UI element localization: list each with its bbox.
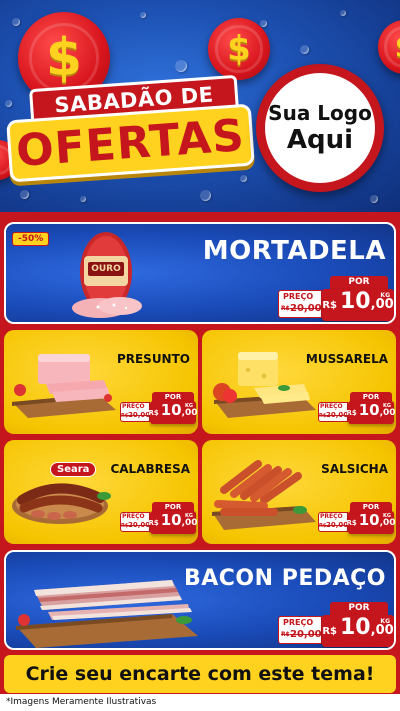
old-currency: R$: [281, 631, 290, 638]
currency: R$: [346, 409, 357, 417]
preco-label: PREÇO: [283, 292, 314, 301]
old-price: 20,00: [290, 629, 322, 640]
preco-label: PREÇO: [320, 403, 343, 410]
water-drop: [340, 10, 346, 16]
preco-label: PREÇO: [283, 618, 314, 627]
price-tag: POR PREÇO R$ 20,00 R$ 10 ,00 KG: [278, 276, 394, 322]
salsicha-image: [212, 460, 316, 530]
por-label: POR: [330, 602, 388, 615]
dollar-coin-icon: $: [208, 18, 270, 80]
mortadela-image: [72, 232, 142, 318]
price-tag: POR PREÇO R$ 20,00 R$ 10 ,00 KG: [120, 392, 198, 426]
unit-label: KG: [383, 403, 391, 409]
product-name: SALSICHA: [321, 462, 388, 476]
unit-label: KG: [380, 618, 390, 625]
product-name: MUSSARELA: [305, 352, 388, 366]
product-card-calabresa[interactable]: Seara CALABRESA POR PREÇO R$ 20,00 R$ 10…: [4, 440, 198, 544]
price-integer: 10: [340, 615, 371, 640]
brand-logo: Seara: [50, 462, 97, 477]
product-name: CALABRESA: [110, 462, 190, 476]
water-drop: [300, 45, 309, 54]
brand-label: OURO: [91, 264, 121, 274]
logo-placeholder[interactable]: Sua Logo Aqui: [256, 64, 384, 192]
price-decimal: ,00: [181, 408, 198, 418]
new-price: R$ 10 ,00 KG: [148, 511, 198, 534]
price-decimal: ,00: [370, 623, 394, 638]
product-card-mussarela[interactable]: MUSSARELA POR PREÇO R$ 20,00 R$ 10 ,00 K…: [202, 330, 396, 434]
discount-badge: -50%: [12, 232, 50, 246]
unit-label: KG: [380, 292, 390, 299]
cta-banner[interactable]: Crie seu encarte com este tema!: [4, 655, 396, 693]
price-decimal: ,00: [379, 408, 396, 418]
preco-label: PREÇO: [122, 513, 145, 520]
old-price: 20,00: [290, 303, 322, 314]
product-name: MORTADELA: [202, 236, 386, 266]
water-drop: [80, 196, 86, 202]
price-integer: 10: [160, 511, 182, 529]
new-price: R$ 10 ,00 KG: [322, 289, 394, 321]
currency: R$: [148, 519, 159, 527]
product-name: BACON PEDAÇO: [183, 566, 386, 591]
price-integer: 10: [340, 289, 371, 314]
price-tag: POR PREÇO R$ 20,00 R$ 10 ,00 KG: [278, 602, 394, 648]
water-drop: [20, 190, 29, 199]
unit-label: KG: [383, 513, 391, 519]
product-card-mortadela[interactable]: -50% OURO MORTADELA POR PREÇO R$ 20,00 R…: [4, 222, 396, 324]
water-drop: [200, 190, 211, 201]
product-card-salsicha[interactable]: SALSICHA POR PREÇO R$ 20,00 R$ 10 ,00 KG: [202, 440, 396, 544]
unit-label: KG: [185, 403, 193, 409]
old-price: 20,00: [326, 521, 349, 529]
por-label: POR: [330, 276, 388, 289]
old-price: 20,00: [128, 411, 151, 419]
product-card-presunto[interactable]: PRESUNTO POR PREÇO R$ 20,00 R$ 10 ,00 KG: [4, 330, 198, 434]
dollar-coin-icon: $: [378, 20, 400, 74]
old-price: 20,00: [128, 521, 151, 529]
price-tag: POR PREÇO R$ 20,00 R$ 10 ,00 KG: [318, 502, 396, 536]
water-drop: [175, 60, 187, 72]
price-decimal: ,00: [379, 518, 396, 528]
water-drop: [370, 195, 378, 203]
preco-label: PREÇO: [122, 403, 145, 410]
new-price: R$ 10 ,00 KG: [322, 615, 394, 647]
water-drop: [140, 12, 146, 18]
header-banner: $ $ $ SABADÃO DE OFERTAS Sua Logo Aqui: [0, 0, 400, 212]
water-drop: [260, 20, 267, 27]
water-drop: [12, 18, 20, 26]
product-name: PRESUNTO: [116, 352, 190, 366]
currency: R$: [322, 626, 337, 637]
logo-line-2: Aqui: [286, 125, 354, 155]
price-tag: POR PREÇO R$ 20,00 R$ 10 ,00 KG: [318, 392, 396, 426]
preco-label: PREÇO: [320, 513, 343, 520]
bacon-image: [16, 580, 198, 648]
old-price: 20,00: [326, 411, 349, 419]
currency: R$: [148, 409, 159, 417]
price-decimal: ,00: [181, 518, 198, 528]
price-decimal: ,00: [370, 297, 394, 312]
new-price: R$ 10 ,00 KG: [346, 511, 396, 534]
price-integer: 10: [358, 401, 380, 419]
new-price: R$ 10 ,00 KG: [346, 401, 396, 424]
logo-line-1: Sua Logo: [268, 101, 372, 125]
mussarela-image: [213, 352, 316, 418]
old-currency: R$: [281, 305, 290, 312]
price-integer: 10: [160, 401, 182, 419]
page-title: SABADÃO DE OFERTAS: [6, 74, 255, 183]
currency: R$: [346, 519, 357, 527]
price-integer: 10: [358, 511, 380, 529]
product-card-bacon[interactable]: BACON PEDAÇO POR PREÇO R$ 20,00 R$ 10 ,0…: [4, 550, 396, 650]
unit-label: KG: [185, 513, 193, 519]
price-tag: POR PREÇO R$ 20,00 R$ 10 ,00 KG: [120, 502, 198, 536]
disclaimer: *Imagens Meramente Ilustrativas: [6, 697, 157, 707]
currency: R$: [322, 300, 337, 311]
presunto-image: [12, 354, 116, 418]
new-price: R$ 10 ,00 KG: [148, 401, 198, 424]
